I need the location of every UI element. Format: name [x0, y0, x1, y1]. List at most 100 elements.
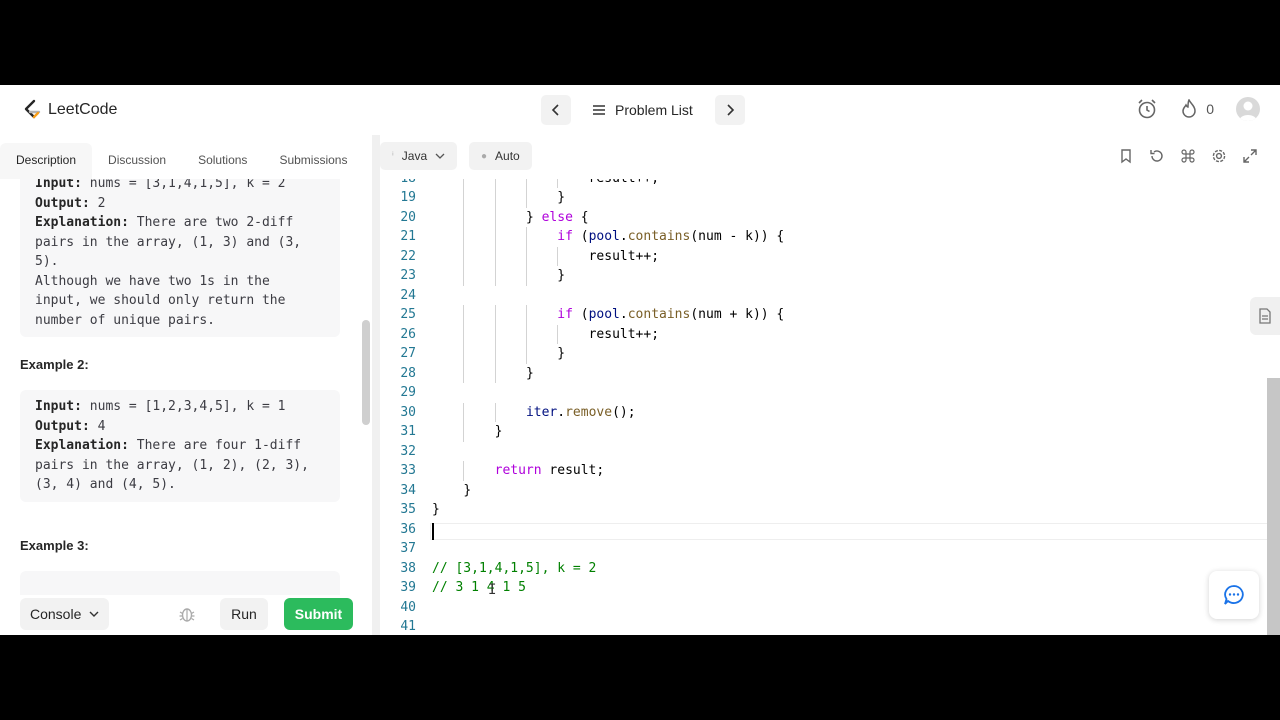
code-text: return result;: [495, 461, 605, 481]
line-number: 32: [400, 443, 416, 459]
code-text: iter.remove();: [526, 403, 636, 423]
next-problem-button[interactable]: [714, 95, 745, 125]
code-line: 39 // 3 1 4 1 5: [380, 578, 1280, 598]
code-line: 23}: [380, 266, 1280, 286]
indent-guide: [557, 179, 559, 188]
code-text: }: [557, 266, 565, 286]
code-token: remove: [565, 404, 613, 420]
editor-scrollbar[interactable]: [1267, 378, 1280, 635]
code-token: }: [557, 346, 566, 361]
example-line: pairs in the array, (1, 2), (2, 3),: [35, 456, 325, 476]
logo-text: LeetCode: [48, 101, 118, 118]
dot-icon: ●: [481, 150, 488, 162]
example-line-text: There are four 1-diff: [128, 438, 302, 453]
bookmark-icon[interactable]: [1118, 148, 1134, 164]
prev-problem-button[interactable]: [541, 95, 571, 125]
code-token: {: [572, 209, 589, 225]
indent-guide: [494, 402, 496, 422]
example-line-text: 4: [89, 418, 106, 434]
code-token: result++;: [589, 179, 659, 186]
chevron-left-icon: [551, 104, 559, 116]
line-number: 26: [400, 326, 416, 342]
example-line-label: Explanation:: [35, 438, 129, 453]
code-text: if (pool.contains(num + k)) {: [557, 305, 784, 325]
problem-list-button[interactable]: Problem List: [579, 95, 707, 125]
code-line: 34}: [380, 481, 1280, 501]
code-token: }: [494, 424, 503, 439]
example-line-text: There are two 2-diff: [128, 215, 294, 230]
console-button[interactable]: Console: [20, 598, 110, 630]
streak-counter[interactable]: 0: [1180, 99, 1214, 119]
code-token: (num + k)) {: [690, 307, 785, 322]
code-editor-panel: ⁱ Java ● Auto 41 40 39 // 3 1 4 1 5 38 // [3,…: [380, 135, 1280, 635]
ibeam-cursor-icon: I: [488, 582, 497, 598]
submit-button[interactable]: Submit: [284, 598, 353, 630]
indent-guide: [494, 227, 496, 247]
description-panel: Description Discussion Solutions Submiss…: [0, 135, 372, 635]
example-2-block: Input: nums = [1,2,3,4,5], k = 1 Output: …: [20, 390, 340, 502]
code-line: 25 if (pool.contains(num + k)) {: [380, 305, 1280, 325]
line-number: 23: [400, 268, 416, 283]
example-line-text: Although we have two 1s in the: [35, 273, 270, 289]
alarm-clock-icon[interactable]: [1136, 98, 1158, 120]
example-line-text: 5).: [35, 254, 59, 269]
code-line: 32: [380, 442, 1280, 462]
example-line: Explanation: There are two 2-diff: [35, 213, 325, 233]
tab-description[interactable]: Description: [0, 143, 93, 179]
code-token: (num - k)) {: [690, 229, 785, 244]
description-scrollbar[interactable]: [362, 320, 370, 425]
code-line: 18 result++;: [380, 179, 1280, 188]
code-token: }: [525, 209, 542, 225]
line-number: 33: [400, 463, 416, 478]
command-icon[interactable]: [1180, 148, 1196, 164]
notes-side-tab[interactable]: [1250, 297, 1280, 335]
editor-toolbar: ⁱ Java ● Auto: [380, 135, 1280, 179]
debug-bug-icon[interactable]: [178, 605, 196, 623]
tab-solutions[interactable]: Solutions: [182, 151, 263, 179]
example-line: Explanation: There are four 1-diff: [35, 436, 325, 456]
code-text: }: [463, 481, 471, 501]
code-line: 27}: [380, 344, 1280, 364]
auto-mode-toggle[interactable]: ● Auto: [469, 142, 532, 170]
leetcode-logo[interactable]: LeetCode: [22, 99, 117, 121]
auto-mode-label: Auto: [495, 149, 520, 163]
language-select[interactable]: ⁱ Java: [380, 142, 458, 170]
code-text: // [3,1,4,1,5], k = 2: [432, 559, 596, 579]
code-area[interactable]: 41 40 39 // 3 1 4 1 5 38 // [3,1,4,1,5], k = …: [380, 179, 1280, 635]
settings-gear-icon[interactable]: [1211, 148, 1227, 164]
example-line-label: Explanation:: [35, 215, 129, 230]
fire-icon: [1182, 99, 1196, 118]
code-text: result++;: [589, 325, 659, 345]
expand-icon[interactable]: [1242, 148, 1258, 164]
indent-guide: [525, 179, 527, 188]
tab-discussion[interactable]: Discussion: [92, 151, 182, 179]
reset-icon[interactable]: [1149, 148, 1165, 164]
console-label: Console: [30, 606, 82, 622]
run-button[interactable]: Run: [220, 598, 268, 630]
example-line: input, we should only return the: [35, 291, 325, 311]
code-text: result++;: [589, 247, 659, 267]
example-line-text: nums = [1,2,3,4,5], k = 1: [81, 399, 286, 414]
indent-guide: [463, 402, 465, 422]
line-number: 25: [400, 307, 416, 322]
list-icon: [593, 105, 605, 115]
indent-guide: [463, 344, 465, 364]
indent-guide: [494, 305, 496, 325]
editor-toolbar-icons: [1118, 148, 1258, 164]
code-token: pool: [588, 229, 620, 244]
panel-divider[interactable]: [372, 135, 380, 635]
code-text: result++;: [589, 179, 659, 188]
code-token: }: [463, 482, 472, 498]
line-number: 22: [400, 248, 416, 264]
chat-assistant-button[interactable]: [1209, 571, 1259, 619]
line-number: 20: [400, 209, 416, 225]
tab-submissions[interactable]: Submissions: [263, 151, 363, 179]
indent-guide: [557, 246, 559, 266]
indent-guide: [463, 179, 465, 188]
example-line: pairs in the array, (1, 3) and (3,: [35, 233, 325, 253]
code-token: contains: [627, 307, 691, 322]
example-line-text: nums = [3,1,4,1,5], k = 2: [81, 179, 286, 191]
code-token: result++;: [588, 326, 660, 342]
code-token: contains: [627, 229, 691, 244]
avatar[interactable]: [1236, 97, 1260, 121]
